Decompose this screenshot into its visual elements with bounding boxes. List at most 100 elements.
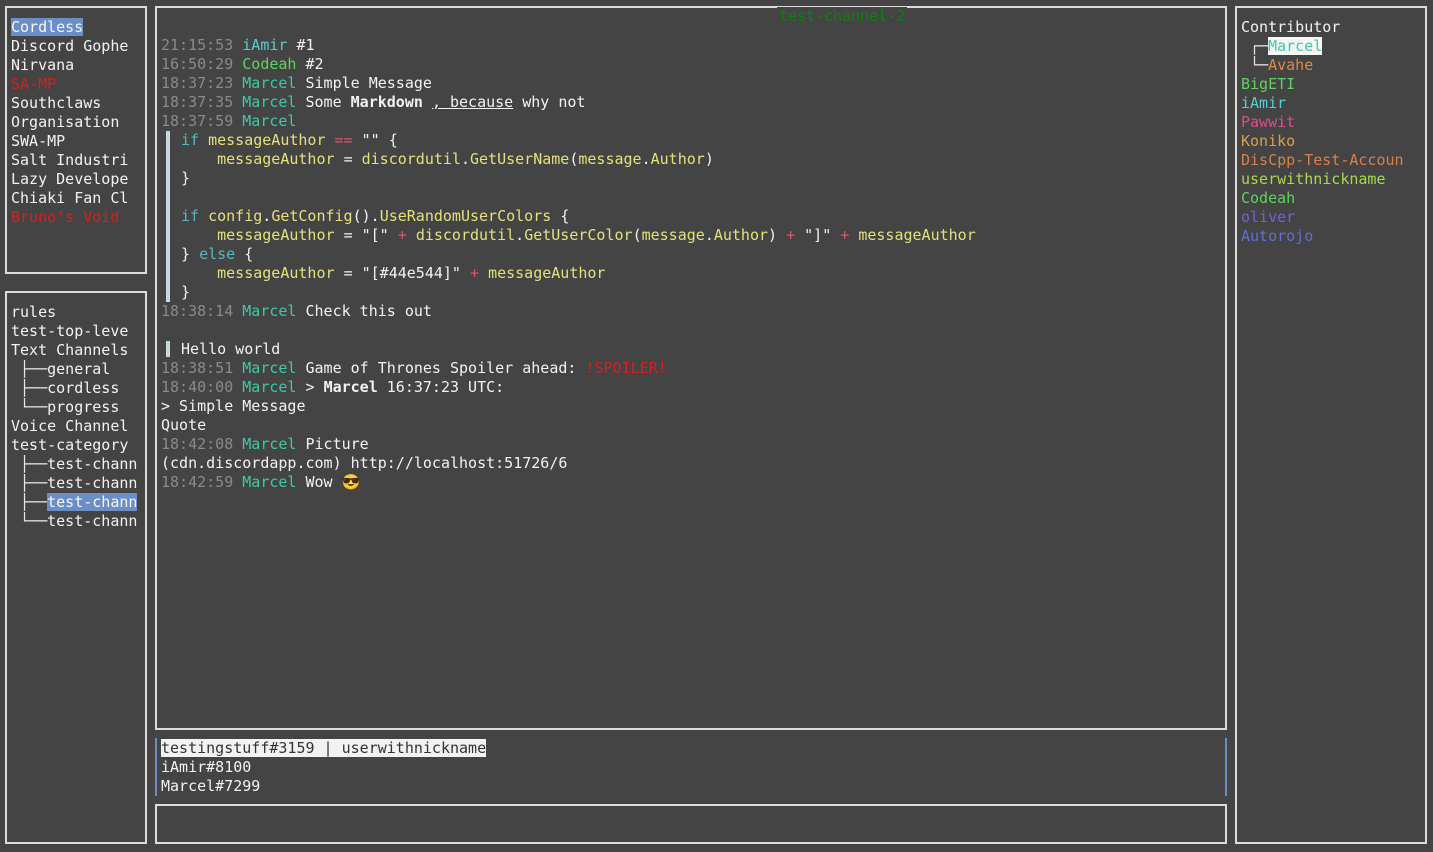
attachment-link[interactable]: (cdn.discordapp.com) http://localhost:51…	[161, 454, 1221, 473]
channel-label: general	[47, 360, 111, 378]
channel-label: Voice Channel	[11, 417, 129, 435]
user-label: userwithnickname	[1241, 170, 1386, 188]
server-label: Bruno's Void	[11, 208, 120, 226]
tree-branch: ├──	[11, 474, 48, 492]
channel-item[interactable]: ├──test-chann	[11, 493, 138, 512]
server-item[interactable]: Salt Industri	[11, 151, 128, 170]
server-item[interactable]: Organisation	[11, 113, 128, 132]
server-item[interactable]: Cordless	[11, 18, 128, 37]
server-item[interactable]: Southclaws	[11, 94, 128, 113]
user-label: oliver	[1241, 208, 1296, 226]
message-text: why not	[513, 93, 586, 111]
user-label: Koniko	[1241, 132, 1296, 150]
user-item[interactable]: oliver	[1241, 208, 1404, 227]
user-label: Contributor	[1241, 18, 1341, 36]
channel-item[interactable]: ├──cordless	[11, 379, 137, 398]
user-item[interactable]: └─Avahe	[1241, 56, 1404, 75]
user-item[interactable]: iAmir	[1241, 94, 1404, 113]
server-item[interactable]: SWA-MP	[11, 132, 128, 151]
user-item[interactable]: userwithnickname	[1241, 170, 1404, 189]
message-author[interactable]: Marcel	[242, 112, 296, 130]
user-label: Pawwit	[1241, 113, 1296, 131]
suggestion-item[interactable]: iAmir#8100	[161, 758, 251, 776]
message-author[interactable]: iAmir	[242, 36, 287, 54]
message[interactable]: 18:40:00 Marcel > Marcel 16:37:23 UTC:	[161, 378, 1221, 397]
message[interactable]: 18:38:51 Marcel Game of Thrones Spoiler …	[161, 359, 1221, 378]
channel-item[interactable]: rules	[11, 303, 137, 322]
server-item[interactable]: Lazy Develope	[11, 170, 128, 189]
channel-item[interactable]: └──progress	[11, 398, 137, 417]
channel-item[interactable]: └──test-chann	[11, 512, 137, 531]
message-text: Game of Thrones Spoiler ahead:	[305, 359, 577, 377]
suggestion-item[interactable]: Marcel#7299	[161, 777, 260, 795]
user-item[interactable]: Autorojo	[1241, 227, 1404, 246]
message-author[interactable]: Marcel	[242, 302, 296, 320]
channel-item[interactable]: ├──test-chann	[11, 455, 137, 474]
server-list: Cordless Discord Gophe Nirvana SA-MP Southcl…	[11, 18, 128, 227]
user-item[interactable]: BigETI	[1241, 75, 1404, 94]
role-header[interactable]: Contributor	[1241, 18, 1404, 37]
message-author[interactable]: Marcel	[242, 473, 296, 491]
channel-label: test-top-leve	[11, 322, 129, 340]
message-author[interactable]: Marcel	[242, 93, 296, 111]
spoiler[interactable]: !SPOILER!	[585, 359, 666, 377]
user-item[interactable]: ┌─Marcel	[1241, 37, 1404, 56]
server-item[interactable]: Bruno's Void	[11, 208, 128, 227]
tree-branch: └──	[11, 512, 48, 530]
server-label: SWA-MP	[11, 132, 66, 150]
message[interactable]: 18:42:08 Marcel Picture	[161, 435, 1221, 454]
channel-label: test-chann	[47, 512, 138, 530]
channel-tree-panel: rules test-top-leve Text Channels ├──gener…	[5, 291, 147, 844]
user-item[interactable]: Codeah	[1241, 189, 1404, 208]
message[interactable]: 18:38:14 Marcel Check this out	[161, 302, 1221, 321]
message-author[interactable]: Marcel	[242, 435, 296, 453]
server-item[interactable]: Chiaki Fan Cl	[11, 189, 128, 208]
message-list[interactable]: 21:15:53 iAmir #1 16:50:29 Codeah #2 18:…	[161, 36, 1221, 492]
message-time: 18:37:35	[161, 93, 234, 111]
suggestion-item[interactable]: testingstuff#3159 | userwithnickname	[161, 739, 487, 757]
message[interactable]: 18:37:35 Marcel Some Markdown , because …	[161, 93, 1221, 112]
tree-branch: ┌─	[1241, 37, 1269, 55]
channel-item[interactable]: test-top-leve	[11, 322, 137, 341]
message-author[interactable]: Marcel	[242, 74, 296, 92]
blockquote-bar	[166, 341, 170, 357]
quote-text: Quote	[161, 416, 207, 434]
message-author[interactable]: Codeah	[242, 55, 296, 73]
channel-item[interactable]: ├──general	[11, 360, 137, 379]
server-item[interactable]: Nirvana	[11, 56, 128, 75]
message-time: 18:38:51	[161, 359, 234, 377]
tree-branch: └─	[1241, 56, 1269, 74]
user-item[interactable]: DisCpp-Test-Accoun	[1241, 151, 1404, 170]
message-text: Check this out	[305, 302, 432, 320]
channel-item[interactable]: test-category	[11, 436, 137, 455]
message[interactable]: 18:37:23 Marcel Simple Message	[161, 74, 1221, 93]
user-label: Codeah	[1241, 189, 1296, 207]
user-item[interactable]: Koniko	[1241, 132, 1404, 151]
channel-item[interactable]: Voice Channel	[11, 417, 137, 436]
message-author[interactable]: Marcel	[242, 359, 296, 377]
tree-branch: ├──	[11, 455, 48, 473]
message[interactable]: 16:50:29 Codeah #2	[161, 55, 1221, 74]
user-item[interactable]: Pawwit	[1241, 113, 1404, 132]
server-label: Salt Industri	[11, 151, 129, 169]
message[interactable]: 18:37:59 Marcel	[161, 112, 1221, 131]
channel-label: cordless	[47, 379, 120, 397]
channel-item[interactable]: ├──test-chann	[11, 474, 137, 493]
message-text: #1	[296, 36, 315, 54]
quote-author: Marcel	[323, 378, 378, 396]
quote-text: > Simple Message	[161, 397, 306, 415]
message[interactable]: 21:15:53 iAmir #1	[161, 36, 1221, 55]
server-label: Chiaki Fan Cl	[11, 189, 129, 207]
channel-item[interactable]: Text Channels	[11, 341, 137, 360]
message-author[interactable]: Marcel	[242, 378, 296, 396]
server-item[interactable]: SA-MP	[11, 75, 128, 94]
mention-suggestions: testingstuff#3159 | userwithnickname iAmi…	[155, 738, 1227, 796]
message-text: >	[305, 378, 324, 396]
message[interactable]: 18:42:59 Marcel Wow 😎	[161, 473, 1221, 492]
channel-label: Text Channels	[11, 341, 129, 359]
message-text	[423, 93, 432, 111]
channel-label: test-chann	[47, 455, 138, 473]
server-label: Organisation	[11, 113, 120, 131]
server-item[interactable]: Discord Gophe	[11, 37, 128, 56]
message-time: 18:37:59	[161, 112, 234, 130]
